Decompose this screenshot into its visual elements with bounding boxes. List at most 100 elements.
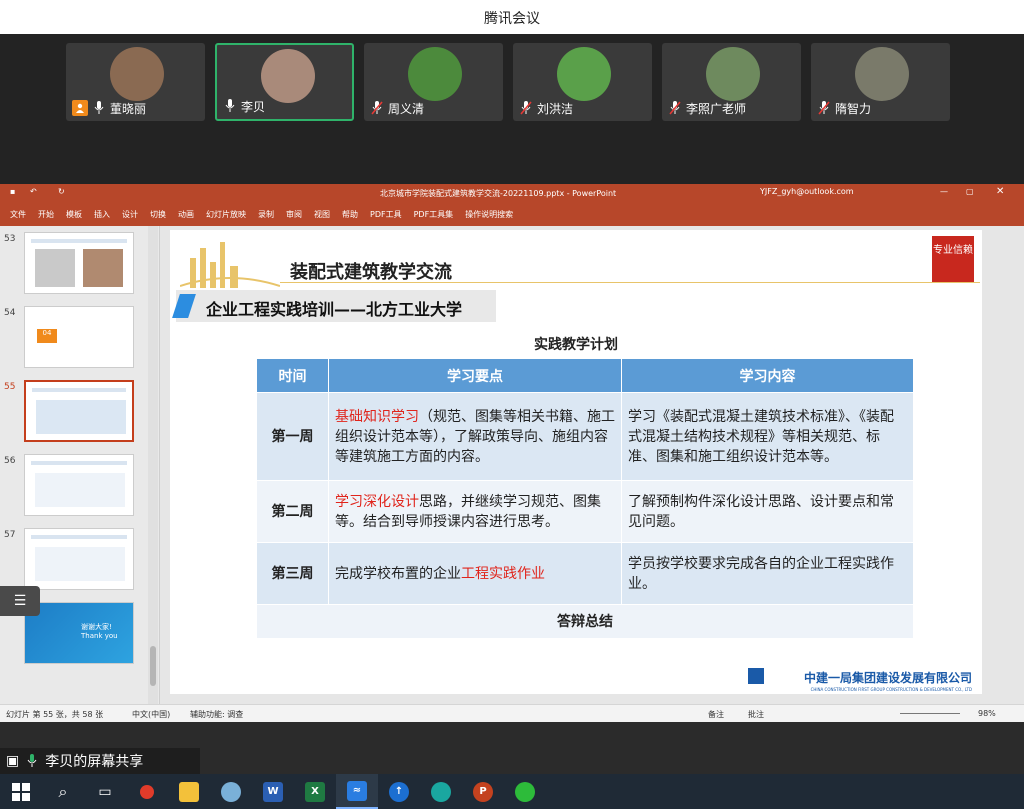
minimize-icon[interactable]: — — [940, 187, 948, 196]
slide-canvas: 装配式建筑教学交流 专业信赖 企业工程实践培训——北方工业大学 实践教学计划 时… — [160, 226, 1024, 704]
menu-item[interactable]: 动画 — [178, 209, 194, 220]
screen-share-label: 李贝的屏幕共享 — [45, 754, 144, 770]
microphone-muted-icon — [668, 100, 682, 116]
windows-logo-icon — [12, 782, 30, 801]
week-cell: 第二周 — [256, 480, 329, 543]
microphone-muted-icon — [519, 100, 533, 116]
current-slide: 装配式建筑教学交流 专业信赖 企业工程实践培训——北方工业大学 实践教学计划 时… — [170, 230, 982, 694]
paint-app-icon[interactable] — [210, 774, 252, 809]
summary-cell: 答辩总结 — [256, 604, 914, 639]
maximize-icon[interactable]: ▢ — [966, 187, 974, 196]
slide-count: 幻灯片 第 55 张，共 58 张 — [6, 710, 104, 719]
participant-name: 董晓丽 — [110, 101, 147, 116]
participant-name: 隋智力 — [835, 101, 872, 116]
participant-name: 刘洪洁 — [537, 101, 574, 116]
menu-item[interactable]: 审阅 — [286, 209, 302, 220]
header-content: 学习内容 — [621, 358, 914, 393]
menu-item[interactable]: 幻灯片放映 — [206, 209, 246, 220]
menu-item[interactable]: 操作说明搜索 — [465, 209, 513, 220]
maps-app-icon[interactable] — [126, 774, 168, 809]
powerpoint-app-icon[interactable]: P — [462, 774, 504, 809]
menu-item[interactable]: 录制 — [258, 209, 274, 220]
content-cell: 了解预制构件深化设计思路、设计要点和常见问题。 — [621, 480, 914, 543]
redo-icon[interactable]: ↻ — [58, 187, 65, 196]
avatar — [261, 49, 315, 103]
thumb-number: 53 — [4, 234, 16, 244]
app-title-bar: 腾讯会议 — [0, 0, 1024, 34]
close-icon[interactable]: ✕ — [996, 186, 1004, 197]
accessibility-status[interactable]: 辅助功能: 调查 — [190, 709, 243, 720]
notes-button[interactable]: 备注 — [708, 709, 724, 720]
participant-tile[interactable]: 董晓丽 — [66, 43, 205, 121]
zoom-slider[interactable] — [900, 713, 960, 714]
table-row: 第三周 完成学校布置的企业工程实践作业 学员按学校要求完成各自的企业工程实践作业… — [256, 542, 914, 605]
slide-thumb-57[interactable] — [24, 528, 134, 590]
slide-thumb-54[interactable]: 04 — [24, 306, 134, 368]
table-row: 第一周 基础知识学习（规范、图集等相关书籍、施工组织设计范本等），了解政策导向、… — [256, 392, 914, 481]
edge-browser-icon[interactable] — [420, 774, 462, 809]
participant-gallery: 董晓丽 李贝 周义清 刘洪洁 李照广老师 隋智力 — [0, 34, 1024, 184]
thumb-number: 57 — [4, 530, 16, 540]
menu-item[interactable]: 设计 — [122, 209, 138, 220]
company-logo-icon — [748, 668, 764, 684]
slide-title: 装配式建筑教学交流 — [290, 262, 452, 283]
points-cell: 基础知识学习（规范、图集等相关书籍、施工组织设计范本等），了解政策导向、施组内容… — [328, 392, 622, 481]
file-explorer-icon[interactable] — [168, 774, 210, 809]
menu-item[interactable]: 文件 — [10, 209, 26, 220]
task-view-icon[interactable]: ▭ — [84, 774, 126, 809]
participant-name-row: 董晓丽 — [72, 99, 146, 117]
menu-item[interactable]: 切换 — [150, 209, 166, 220]
content-cell: 学习《装配式混凝土建筑技术标准》、《装配式混凝土结构技术规程》等相关规范、标准、… — [621, 392, 914, 481]
menu-item[interactable]: 视图 — [314, 209, 330, 220]
thumb-54-number: 04 — [37, 329, 57, 343]
thumb-number: 54 — [4, 308, 16, 318]
week-cell: 第一周 — [256, 392, 329, 481]
menu-item[interactable]: 插入 — [94, 209, 110, 220]
wechat-app-icon[interactable] — [504, 774, 546, 809]
participant-tile[interactable]: 刘洪洁 — [513, 43, 652, 121]
microphone-icon — [223, 98, 237, 114]
slide-thumb-53[interactable] — [24, 232, 134, 294]
header-time: 时间 — [256, 358, 329, 393]
menu-item[interactable]: PDF工具集 — [414, 209, 454, 220]
participant-name-row: 隋智力 — [817, 99, 871, 117]
participant-tile[interactable]: 周义清 — [364, 43, 503, 121]
ppt-account[interactable]: YJFZ_gyh@outlook.com — [760, 187, 854, 196]
participant-tile[interactable]: 李照广老师 — [662, 43, 801, 121]
slide-thumbnail-pane[interactable]: 53 54 04 55 56 57 58 谢谢大家! Thank you — [0, 226, 160, 704]
menu-item[interactable]: 开始 — [38, 209, 54, 220]
thumb-58-text: 谢谢大家! Thank you — [81, 623, 118, 640]
menu-item[interactable]: PDF工具 — [370, 209, 402, 220]
language-status[interactable]: 中文(中国) — [132, 709, 170, 720]
thumb-scrollbar[interactable] — [148, 226, 158, 704]
brand-seal-text: 专业信赖 — [933, 245, 973, 256]
menu-item[interactable]: 模板 — [66, 209, 82, 220]
avatar — [408, 47, 462, 101]
excel-app-icon[interactable]: X — [294, 774, 336, 809]
participant-tile[interactable]: 隋智力 — [811, 43, 950, 121]
list-menu-icon[interactable]: ☰ — [0, 586, 40, 616]
participant-name-row: 李照广老师 — [668, 99, 746, 117]
windows-taskbar: ⌕ ▭ W X ≈ ↑ P — [0, 774, 1024, 809]
search-icon[interactable]: ⌕ — [42, 774, 84, 809]
word-app-icon[interactable]: W — [252, 774, 294, 809]
undo-icon[interactable]: ↶ — [30, 187, 37, 196]
avatar — [110, 47, 164, 101]
participant-name-row: 周义清 — [370, 99, 424, 117]
arrow-app-icon[interactable]: ↑ — [378, 774, 420, 809]
menu-item[interactable]: 帮助 — [342, 209, 358, 220]
tencent-meeting-app-icon[interactable]: ≈ — [336, 774, 378, 809]
banner-text: 企业工程实践培训——北方工业大学 — [206, 300, 463, 319]
participant-name-row: 刘洪洁 — [519, 99, 573, 117]
start-button[interactable] — [0, 774, 42, 809]
save-icon[interactable]: ▪ — [10, 187, 15, 196]
microphone-icon — [25, 753, 39, 769]
participant-tile[interactable]: 李贝 — [215, 43, 354, 121]
slide-thumb-56[interactable] — [24, 454, 134, 516]
avatar — [706, 47, 760, 101]
zoom-level[interactable]: 98% — [978, 709, 996, 718]
slide-thumb-58[interactable]: 谢谢大家! Thank you — [24, 602, 134, 664]
microphone-icon — [92, 100, 106, 116]
slide-thumb-55[interactable] — [24, 380, 134, 442]
comments-button[interactable]: 批注 — [748, 709, 764, 720]
